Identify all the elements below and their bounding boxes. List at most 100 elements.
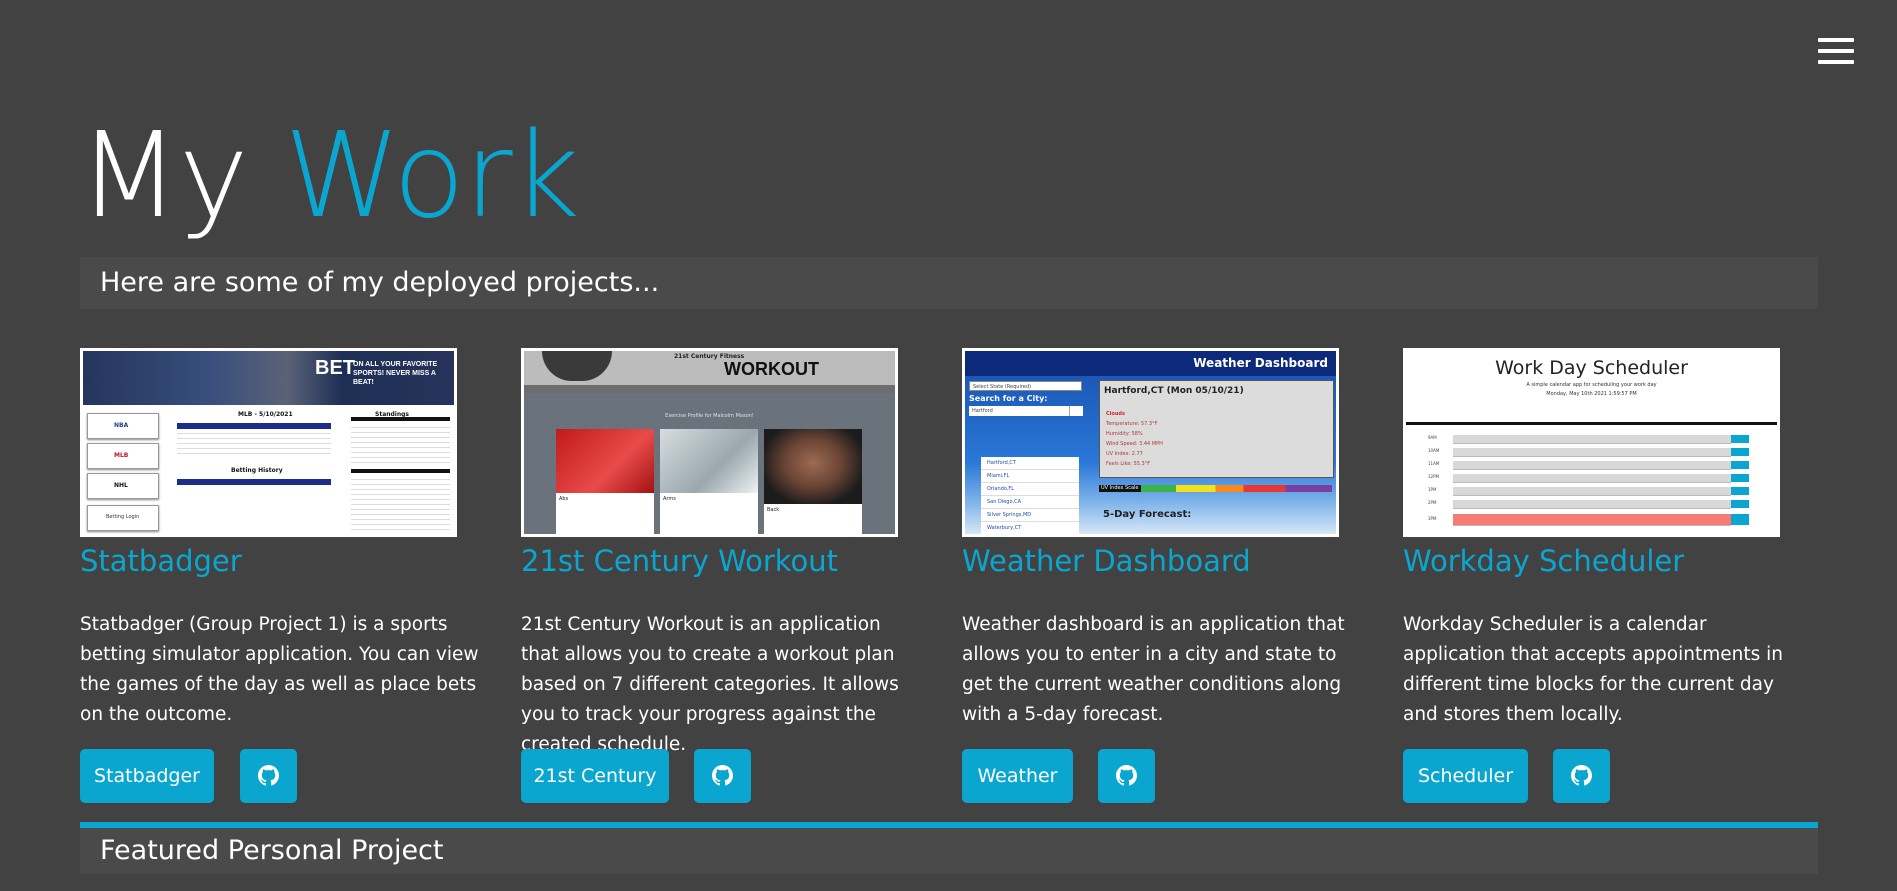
thumbnail-standings-header-2 — [351, 469, 450, 473]
featured-project-banner: Featured Personal Project — [80, 822, 1818, 874]
github-button[interactable] — [694, 749, 751, 803]
thumbnail-header: 21st Century Fitness WORKOUT — [524, 351, 895, 385]
hour-label: 2PM — [1428, 500, 1437, 505]
hamburger-menu-icon[interactable] — [1818, 38, 1854, 64]
hour-row — [1453, 487, 1731, 496]
hour-label: 9AM — [1428, 435, 1437, 440]
history-item: Orlando,FL — [981, 483, 1079, 496]
thumbnail-current-weather: Hartford,CT (Mon 05/10/21) Clouds Temper… — [1099, 380, 1334, 478]
project-thumbnail-scheduler[interactable]: Work Day Scheduler A simple calendar app… — [1403, 348, 1780, 537]
deployed-app-button[interactable]: Weather — [962, 749, 1073, 803]
project-thumbnail-weather[interactable]: Weather Dashboard Select State (Required… — [962, 348, 1339, 537]
thumbnail-card-label: Arms — [663, 496, 676, 502]
thumbnail-side-mlb: MLB — [87, 443, 159, 469]
hour-label: 11AM — [1428, 461, 1440, 466]
github-icon — [258, 765, 279, 786]
thumbnail-search-button — [1069, 406, 1083, 416]
hour-row — [1453, 474, 1731, 483]
thumbnail-banner-text: ON ALL YOUR FAVORITE SPORTS! NEVER MISS … — [353, 361, 438, 386]
project-description: Workday Scheduler is a calendar applicat… — [1403, 614, 1783, 725]
project-title[interactable]: Weather Dashboard — [962, 544, 1251, 578]
thumbnail-header: Weather Dashboard — [965, 351, 1336, 376]
thumbnail-card-back: Back — [764, 429, 862, 534]
hour-row — [1453, 461, 1731, 470]
thumbnail-search-label: Search for a City: — [969, 394, 1048, 403]
project-card-statbadger: BET ON ALL YOUR FAVORITE SPORTS! NEVER M… — [80, 348, 480, 803]
thumbnail-forecast-label: 5-Day Forecast: — [1103, 509, 1192, 520]
project-title[interactable]: Statbadger — [80, 544, 242, 578]
thumbnail-card-abs: Abs — [556, 429, 654, 534]
save-icon — [1731, 435, 1749, 443]
thumbnail-standings-header — [351, 417, 450, 421]
page-title-accent: Work — [284, 106, 580, 244]
project-card-weather: Weather Dashboard Select State (Required… — [962, 348, 1362, 803]
history-item: Waterbury,CT — [987, 525, 1022, 531]
thumbnail-card-label: Abs — [559, 496, 569, 502]
github-icon — [712, 765, 733, 786]
history-item: Miami,FL — [981, 470, 1079, 483]
menu-bar — [1818, 60, 1854, 64]
github-icon — [1571, 765, 1592, 786]
project-thumbnail-statbadger[interactable]: BET ON ALL YOUR FAVORITE SPORTS! NEVER M… — [80, 348, 457, 537]
thumbnail-history: Betting History — [231, 467, 283, 474]
hour-row-current — [1453, 514, 1731, 526]
thumbnail-card-image — [556, 429, 654, 493]
thumbnail-nav — [524, 385, 895, 393]
hour-label: 10AM — [1428, 448, 1440, 453]
save-icon — [1731, 500, 1749, 508]
side-label: Betting Login — [106, 514, 140, 520]
thumbnail-state-select: Select State (Required) — [969, 381, 1082, 391]
thumbnail-card-image — [660, 429, 758, 493]
thumbnail-side-nhl: NHL — [87, 473, 159, 499]
deployed-app-button[interactable]: Statbadger — [80, 749, 214, 803]
page-title: My Work — [78, 100, 580, 250]
thumbnail-date: Monday, May 10th 2021 1:59:57 PM — [1546, 391, 1637, 397]
projects-intro-banner: Here are some of my deployed projects... — [80, 257, 1818, 309]
condition-line: Feels Like: 55.3°F — [1106, 461, 1151, 467]
uv-scale-label: UV Index Scale — [1101, 485, 1139, 491]
save-icon — [1731, 461, 1749, 469]
condition-line: Clouds — [1106, 411, 1125, 417]
thumbnail-divider — [1406, 422, 1777, 425]
github-button[interactable] — [240, 749, 297, 803]
thumbnail-card-arms: Arms — [660, 429, 758, 534]
thumbnail-city-heading: Hartford,CT (Mon 05/10/21) — [1104, 386, 1244, 396]
page-title-main: My — [78, 106, 249, 244]
save-icon — [1731, 487, 1749, 495]
thumbnail-card-label: Back — [767, 507, 780, 513]
thumbnail-banner-big: BET — [315, 357, 355, 379]
thumbnail-heading: MLB - 5/10/2021 — [238, 411, 293, 418]
history-item: Hartford,CT — [981, 457, 1079, 470]
thumbnail-table-rows — [177, 429, 331, 457]
thumbnail-heading: WORKOUT — [724, 359, 819, 379]
deployed-app-button[interactable]: 21st Century — [521, 749, 669, 803]
hour-row — [1453, 500, 1731, 509]
hour-label: 3PM — [1428, 516, 1437, 521]
thumbnail-uv-scale: UV Index Scale — [1099, 485, 1332, 492]
hour-label: 1PM — [1428, 487, 1437, 492]
condition-line: UV Index: 2.77 — [1106, 451, 1143, 457]
portfolio-page: My Work Here are some of my deployed pro… — [0, 0, 1897, 891]
project-title[interactable]: Workday Scheduler — [1403, 544, 1684, 578]
project-thumbnail-workout[interactable]: 21st Century Fitness WORKOUT Exercise Pr… — [521, 348, 898, 537]
menu-bar — [1818, 49, 1854, 53]
project-description: 21st Century Workout is an application t… — [521, 614, 899, 755]
history-item: Silver Springs,MD — [981, 509, 1079, 522]
thumbnail-logo-shape — [542, 351, 612, 381]
thumbnail-profile: Exercise Profile for Malcolm Mason! — [665, 413, 754, 419]
thumbnail-card-image — [764, 429, 862, 504]
hour-label: 12PM — [1428, 474, 1439, 479]
github-button[interactable] — [1553, 749, 1610, 803]
thumbnail-heading: Weather Dashboard — [1193, 356, 1328, 370]
project-title[interactable]: 21st Century Workout — [521, 544, 838, 578]
save-icon — [1731, 448, 1749, 456]
history-item: San Diego,CA — [981, 496, 1079, 509]
github-button[interactable] — [1098, 749, 1155, 803]
thumbnail-search-input: Hartford — [969, 406, 1069, 416]
side-label: MLB — [114, 452, 129, 459]
condition-line: Temperature: 57.3°F — [1106, 421, 1158, 427]
deployed-app-button[interactable]: Scheduler — [1403, 749, 1528, 803]
project-card-scheduler: Work Day Scheduler A simple calendar app… — [1403, 348, 1803, 803]
condition-line: Wind Speed: 3.44 MPH — [1106, 441, 1163, 447]
condition-line: Humidity: 58% — [1106, 431, 1143, 437]
